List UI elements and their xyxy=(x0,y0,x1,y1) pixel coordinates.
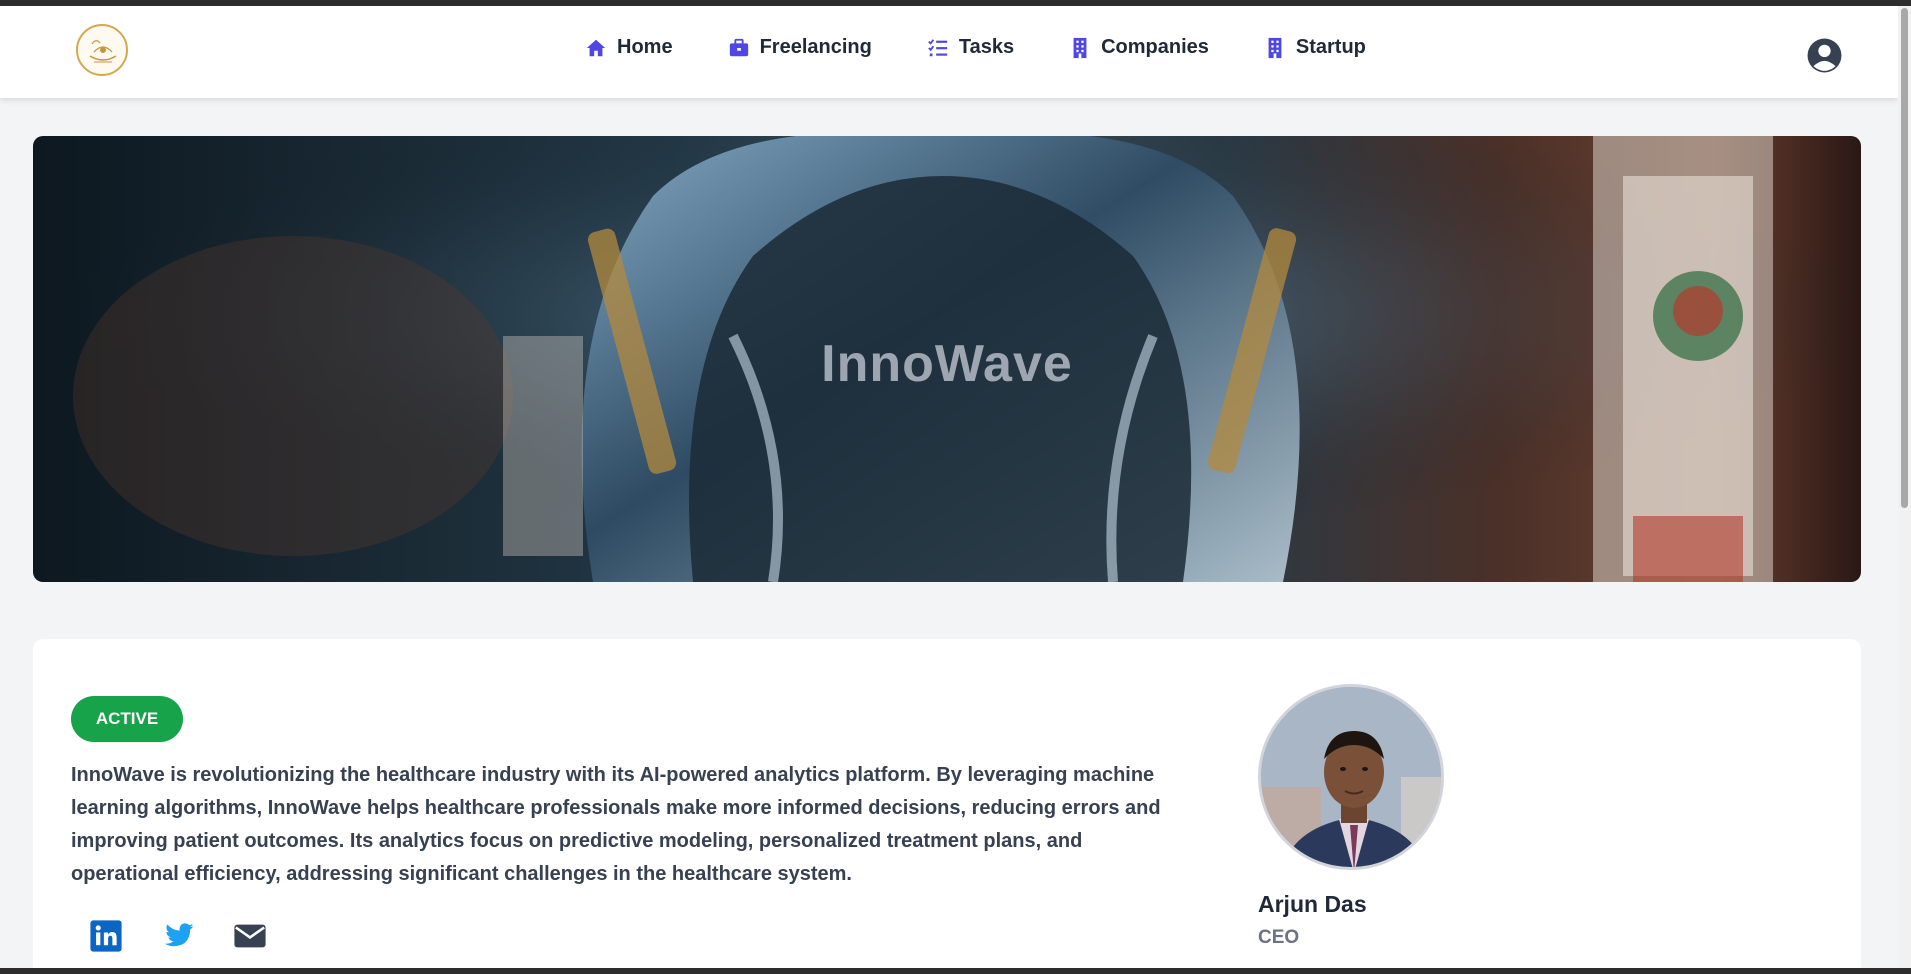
logo-icon[interactable] xyxy=(76,24,128,76)
nav-item-startup[interactable]: Startup xyxy=(1264,36,1366,59)
avatar xyxy=(1258,684,1444,870)
nav-item-label: Startup xyxy=(1295,36,1366,58)
nav-item-label: Home xyxy=(617,36,673,58)
window-bottom-edge xyxy=(0,968,1911,974)
linkedin-icon[interactable] xyxy=(89,919,123,953)
building-icon xyxy=(1069,37,1091,59)
nav-item-companies[interactable]: Companies xyxy=(1069,36,1209,59)
main-nav: Home Freelancing Tasks Companies Startup xyxy=(585,36,1421,59)
nav-item-label: Companies xyxy=(1101,36,1209,58)
founder-name: Arjun Das xyxy=(1258,891,1367,917)
nav-item-tasks[interactable]: Tasks xyxy=(927,36,1014,59)
mail-icon[interactable] xyxy=(233,919,267,953)
nav-item-label: Tasks xyxy=(958,36,1015,58)
founder-role: CEO xyxy=(1258,927,1300,948)
user-circle-icon[interactable] xyxy=(1806,37,1843,74)
company-banner: InnoWave xyxy=(33,136,1861,582)
nav-item-home[interactable]: Home xyxy=(585,36,673,59)
scrollbar[interactable] xyxy=(1898,6,1911,968)
scrollbar-thumb[interactable] xyxy=(1901,8,1908,508)
twitter-icon[interactable] xyxy=(161,919,195,953)
building-icon xyxy=(1264,37,1286,59)
banner-title: InnoWave xyxy=(821,335,1073,393)
page: Home Freelancing Tasks Companies Startup… xyxy=(0,6,1898,968)
briefcase-icon xyxy=(728,37,750,59)
status-badge: ACTIVE xyxy=(71,696,183,742)
nav-item-freelancing[interactable]: Freelancing xyxy=(728,36,872,59)
company-details-card: ACTIVE InnoWave is revolutionizing the h… xyxy=(33,639,1861,968)
navbar: Home Freelancing Tasks Companies Startup xyxy=(0,6,1898,98)
company-description: InnoWave is revolutionizing the healthca… xyxy=(71,764,1161,885)
list-check-icon xyxy=(927,37,949,59)
nav-item-label: Freelancing xyxy=(759,36,872,58)
home-icon xyxy=(585,37,607,59)
social-links xyxy=(89,919,267,953)
